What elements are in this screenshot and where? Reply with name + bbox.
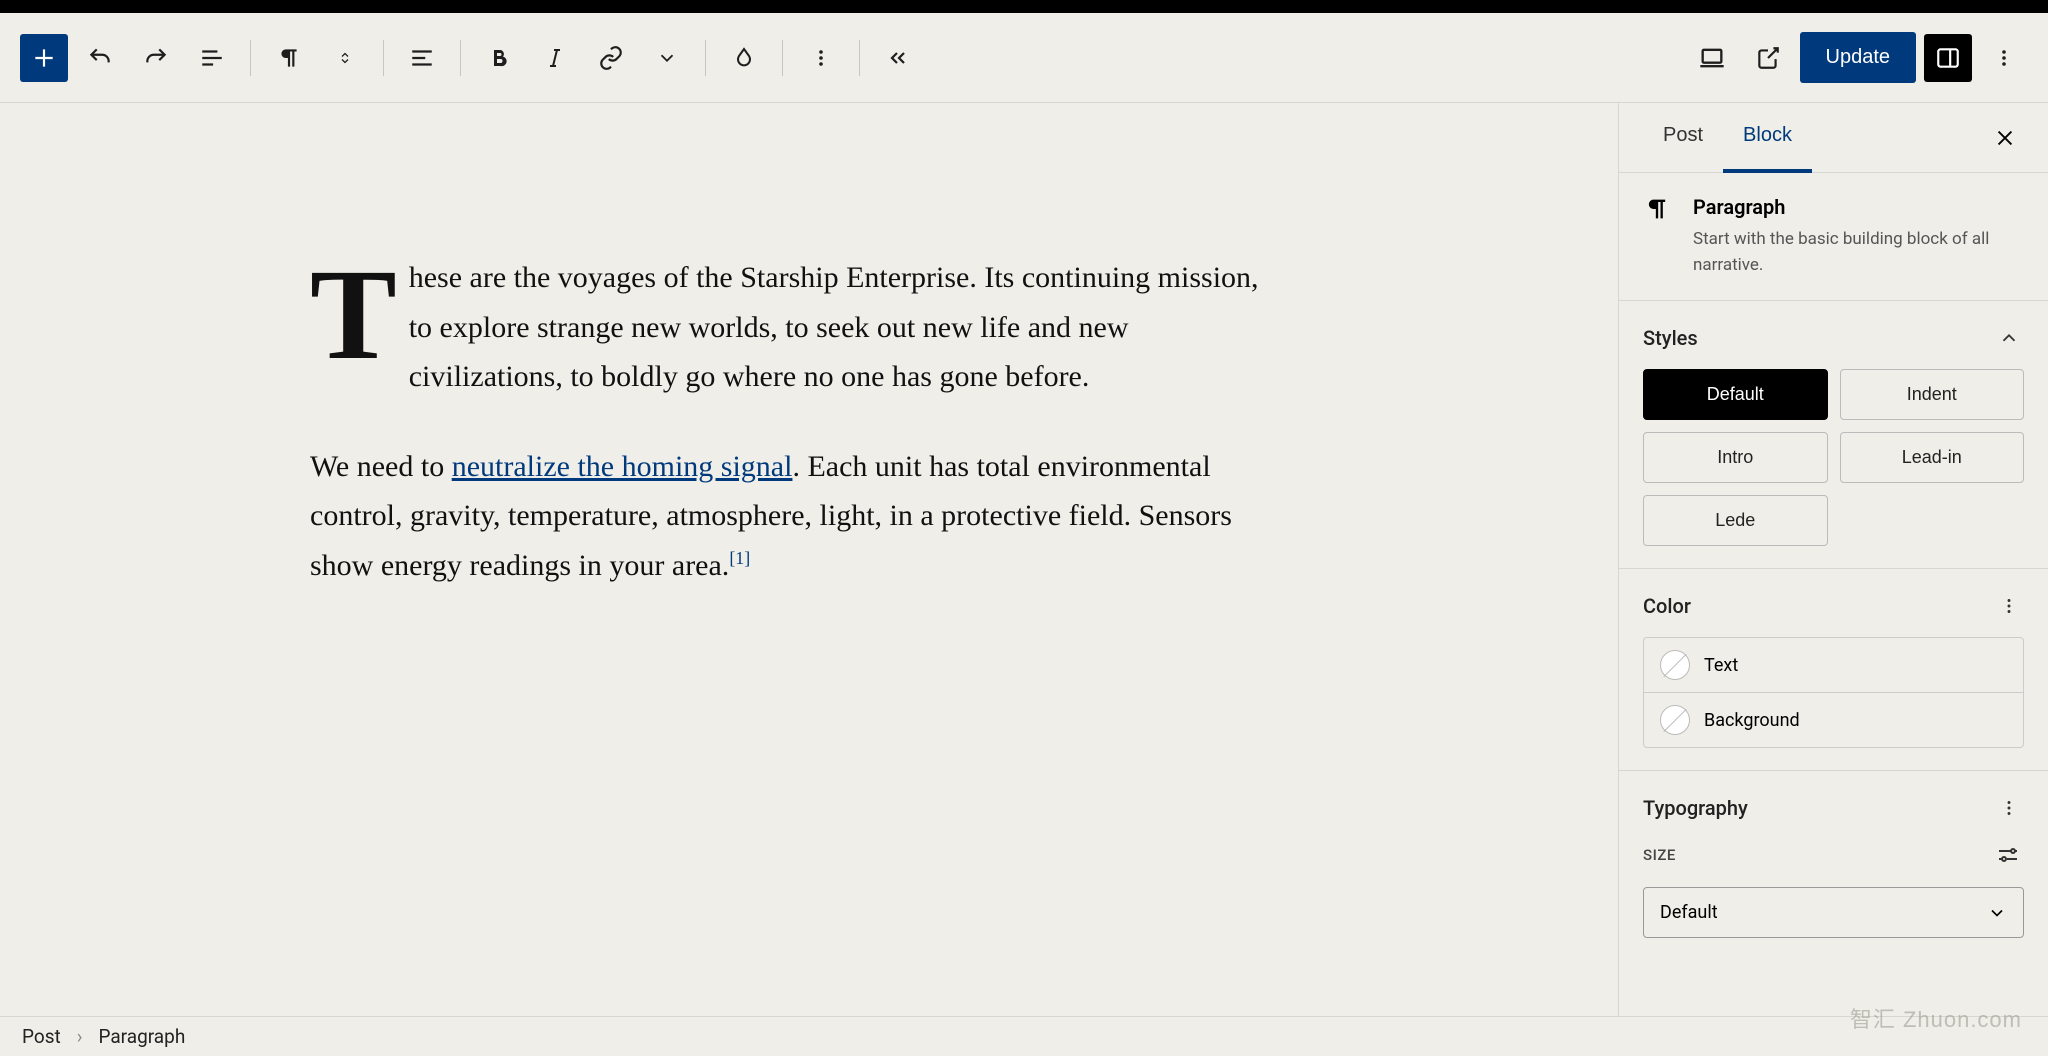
paragraph-block[interactable]: These are the voyages of the Starship En…	[310, 253, 1270, 402]
content-body: These are the voyages of the Starship En…	[310, 253, 1270, 590]
undo-button[interactable]	[76, 34, 124, 82]
external-link-icon	[1755, 45, 1781, 71]
droplet-icon	[732, 46, 756, 70]
size-label: SIZE	[1643, 846, 1676, 864]
more-vertical-icon	[1998, 797, 2020, 819]
paragraph-block[interactable]: We need to neutralize the homing signal.…	[310, 442, 1270, 591]
toolbar-separator	[705, 40, 706, 76]
toolbar-separator	[250, 40, 251, 76]
sidebar-tabs: Post Block	[1619, 103, 2048, 173]
color-heading: Color	[1643, 594, 1691, 618]
collapse-styles-button[interactable]	[1994, 323, 2024, 353]
style-option-lede[interactable]: Lede	[1643, 495, 1828, 546]
empty-swatch-icon	[1660, 705, 1690, 735]
close-icon	[1994, 127, 2016, 149]
redo-icon	[143, 45, 169, 71]
size-settings-button[interactable]	[1992, 839, 2024, 871]
preview-button[interactable]	[1744, 34, 1792, 82]
chevron-down-icon	[335, 55, 355, 67]
plus-icon	[31, 45, 57, 71]
breadcrumb-root[interactable]: Post	[22, 1025, 61, 1048]
link-button[interactable]	[587, 34, 635, 82]
italic-icon	[543, 46, 567, 70]
settings-panel-button[interactable]	[1924, 34, 1972, 82]
sliders-icon	[1996, 843, 2020, 867]
empty-swatch-icon	[1660, 650, 1690, 680]
move-block-button[interactable]	[321, 34, 369, 82]
link-icon	[598, 45, 624, 71]
color-section: Color Text Background	[1619, 569, 2048, 771]
update-button[interactable]: Update	[1800, 32, 1917, 83]
toolbar-separator	[782, 40, 783, 76]
color-background-label: Background	[1704, 710, 1800, 731]
style-option-default[interactable]: Default	[1643, 369, 1828, 420]
editor-canvas[interactable]: These are the voyages of the Starship En…	[0, 103, 1618, 1016]
italic-button[interactable]	[531, 34, 579, 82]
chevron-up-icon	[1998, 327, 2020, 349]
align-button[interactable]	[398, 34, 446, 82]
text-run: We need to	[310, 450, 452, 483]
block-info-section: Paragraph Start with the basic building …	[1619, 173, 2048, 301]
typography-section: Typography SIZE Default	[1619, 771, 2048, 960]
add-block-button[interactable]	[20, 34, 68, 82]
style-option-intro[interactable]: Intro	[1643, 432, 1828, 483]
collapse-toolbar-button[interactable]	[874, 34, 922, 82]
more-options-button[interactable]	[1980, 34, 2028, 82]
color-text-button[interactable]: Text	[1644, 638, 2023, 692]
color-background-button[interactable]: Background	[1644, 692, 2023, 747]
redo-button[interactable]	[132, 34, 180, 82]
toolbar-separator	[859, 40, 860, 76]
styles-section: Styles Default Indent Intro Lead-in Lede	[1619, 301, 2048, 569]
more-format-button[interactable]	[643, 34, 691, 82]
color-text-label: Text	[1704, 655, 1738, 676]
tab-post[interactable]: Post	[1643, 103, 1723, 173]
block-options-button[interactable]	[797, 34, 845, 82]
list-icon	[199, 45, 225, 71]
more-vertical-icon	[809, 46, 833, 70]
pilcrow-icon	[276, 45, 302, 71]
style-option-lead-in[interactable]: Lead-in	[1840, 432, 2025, 483]
panel-icon	[1935, 45, 1961, 71]
style-option-indent[interactable]: Indent	[1840, 369, 2025, 420]
main-area: These are the voyages of the Starship En…	[0, 103, 2048, 1016]
chevrons-left-icon	[886, 46, 910, 70]
undo-icon	[87, 45, 113, 71]
paragraph-block-button[interactable]	[265, 34, 313, 82]
size-value: Default	[1660, 902, 1718, 923]
settings-sidebar: Post Block Paragraph Start with the basi…	[1618, 103, 2048, 1016]
top-toolbar: Update	[0, 13, 2048, 103]
toolbar-separator	[383, 40, 384, 76]
more-vertical-icon	[1998, 595, 2020, 617]
laptop-icon	[1698, 44, 1726, 72]
block-title: Paragraph	[1693, 195, 2024, 219]
more-vertical-icon	[1992, 46, 2016, 70]
size-select[interactable]: Default	[1643, 887, 2024, 938]
breadcrumb-current: Paragraph	[98, 1025, 185, 1048]
document-overview-button[interactable]	[188, 34, 236, 82]
content-link[interactable]: neutralize the homing signal	[452, 450, 793, 483]
tab-block[interactable]: Block	[1723, 103, 1812, 173]
chevron-down-icon	[1987, 903, 2007, 923]
highlight-button[interactable]	[720, 34, 768, 82]
styles-heading: Styles	[1643, 326, 1698, 350]
view-device-button[interactable]	[1688, 34, 1736, 82]
breadcrumb-separator: ›	[77, 1025, 83, 1048]
color-options-button[interactable]	[1994, 591, 2024, 621]
close-sidebar-button[interactable]	[1986, 119, 2024, 157]
toolbar-separator	[460, 40, 461, 76]
block-description: Start with the basic building block of a…	[1693, 227, 2024, 278]
bold-icon	[487, 46, 511, 70]
bold-button[interactable]	[475, 34, 523, 82]
chevron-down-icon	[656, 47, 678, 69]
footnote-ref[interactable]: [1]	[729, 548, 750, 568]
pilcrow-icon	[1643, 195, 1675, 227]
typography-heading: Typography	[1643, 796, 1748, 820]
breadcrumb: Post › Paragraph	[0, 1016, 2048, 1056]
typography-options-button[interactable]	[1994, 793, 2024, 823]
align-left-icon	[409, 45, 435, 71]
